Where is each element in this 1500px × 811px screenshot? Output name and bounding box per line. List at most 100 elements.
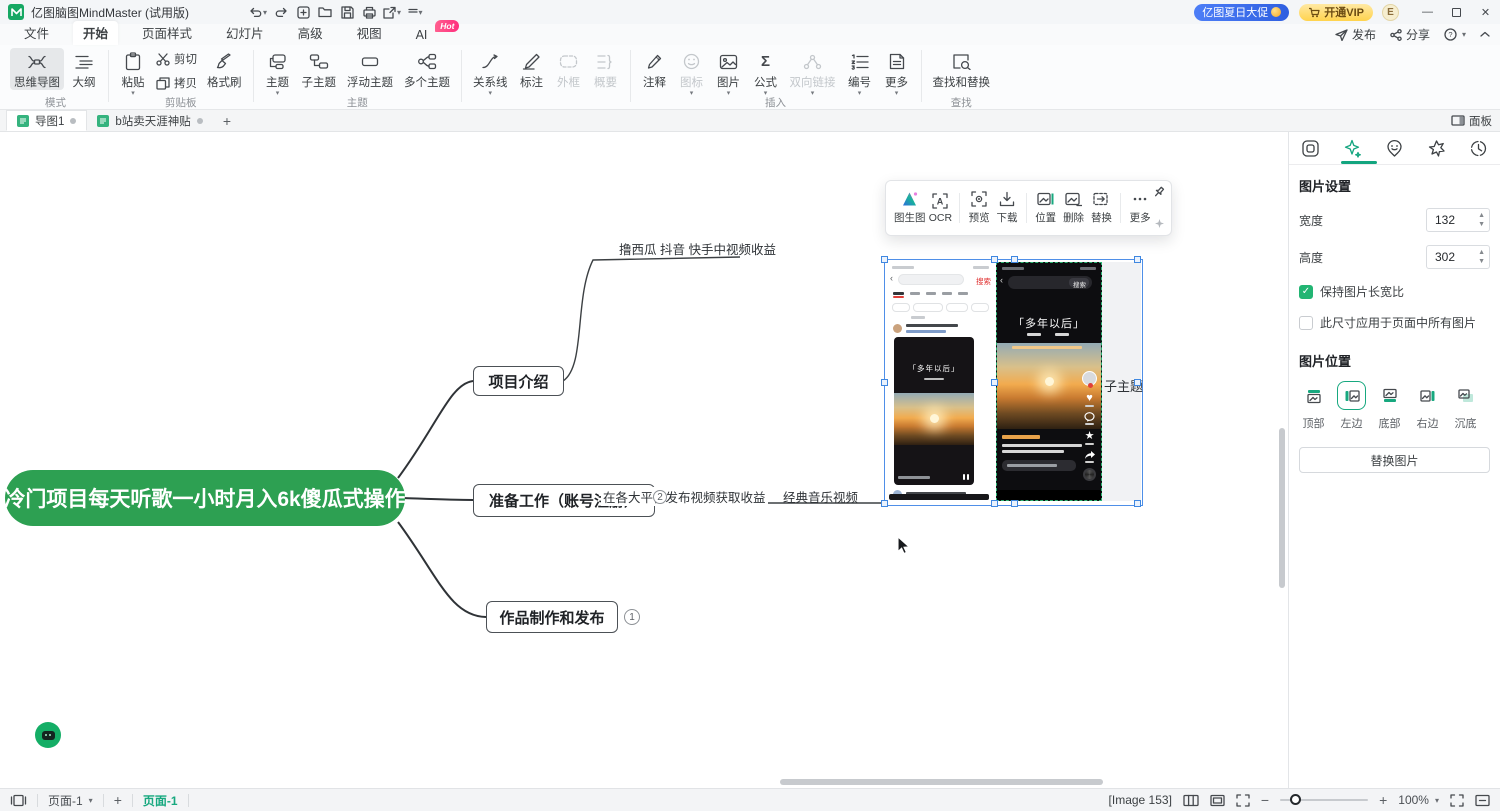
collapse-ribbon-button[interactable] (1480, 31, 1490, 38)
resize-handle[interactable] (1134, 379, 1141, 386)
collapse-panel-icon[interactable] (1475, 794, 1490, 807)
doc-tab-bilibili[interactable]: b站卖天涯神贴 (87, 110, 212, 131)
copy-button[interactable]: 拷贝 (153, 74, 200, 92)
page-overview-icon[interactable] (10, 794, 27, 807)
fullscreen-icon[interactable] (1450, 794, 1464, 807)
replace-image-button[interactable]: 替换图片 (1299, 447, 1490, 473)
branch-node-intro[interactable]: 项目介绍 (473, 366, 564, 396)
resize-handle[interactable] (991, 256, 998, 263)
undo-caret-icon[interactable]: ▾ (263, 8, 267, 17)
resize-handle[interactable] (1011, 500, 1018, 507)
subtopic-label-publish[interactable]: 在各大平台发布视频获取收益 (601, 487, 768, 506)
outline-mode-button[interactable]: 大纲 (67, 48, 101, 90)
height-stepper[interactable]: ▲▼ (1426, 245, 1490, 269)
checkbox-unchecked-icon[interactable] (1299, 316, 1313, 330)
more-insert-button[interactable]: 更多 ▾ (880, 48, 914, 96)
image-position-button[interactable]: 位置 (1033, 192, 1059, 225)
paste-button[interactable]: 粘贴 ▾ (116, 48, 150, 96)
stepper-arrows-icon[interactable]: ▲▼ (1478, 211, 1485, 229)
checkbox-checked-icon[interactable]: ✓ (1299, 285, 1313, 299)
zoom-level-dropdown[interactable]: 100% ▾ (1398, 793, 1439, 807)
multiple-topics-button[interactable]: 多个主题 (400, 48, 454, 90)
width-stepper[interactable]: ▲▼ (1426, 208, 1490, 232)
new-doc-tab-button[interactable]: + (213, 113, 241, 129)
storyboard-view-icon[interactable] (1210, 794, 1225, 807)
resize-handle[interactable] (881, 256, 888, 263)
branch-node-produce[interactable]: 作品制作和发布 (486, 601, 618, 633)
relationship-line-button[interactable]: 关系线 ▾ (469, 48, 512, 96)
formula-button[interactable]: Σ 公式 ▾ (749, 48, 783, 96)
position-sink-option[interactable]: 沉底 (1451, 381, 1480, 431)
selected-image-node[interactable]: ‹ 搜索 「多年以后」 (884, 259, 1143, 506)
zoom-slider-knob[interactable] (1290, 794, 1301, 805)
print-button[interactable] (359, 3, 379, 21)
close-button[interactable]: ✕ (1471, 0, 1500, 24)
tab-sticker-icon[interactable] (1373, 132, 1415, 164)
central-topic-node[interactable]: 冷门项目每天听歌一小时月入6k傻瓜式操作 (5, 470, 405, 526)
ai-image-button[interactable]: 图生图 (894, 191, 926, 225)
download-button[interactable]: 下载 (994, 191, 1020, 225)
pin-toolbar-button[interactable] (1153, 186, 1165, 198)
floating-topic-button[interactable]: 浮动主题 (343, 48, 397, 90)
cut-button[interactable]: 剪切 (153, 50, 200, 68)
replace-image-button[interactable]: 替换 (1089, 192, 1115, 225)
find-replace-button[interactable]: 查找和替换 (929, 48, 995, 90)
keep-ratio-option[interactable]: ✓ 保持图片长宽比 (1299, 283, 1490, 300)
ai-assistant-button[interactable] (35, 722, 61, 748)
resize-handle[interactable] (881, 379, 888, 386)
zoom-in-button[interactable]: + (1379, 792, 1387, 808)
tab-magic-effects-icon[interactable] (1331, 132, 1373, 164)
export-button[interactable]: ▾ (381, 3, 403, 21)
add-page-button[interactable]: + (114, 792, 122, 808)
customize-caret-icon[interactable]: ▾ (419, 8, 423, 17)
preview-button[interactable]: 预览 (966, 191, 992, 225)
resize-handle[interactable] (991, 379, 998, 386)
ocr-button[interactable]: A OCR (928, 193, 954, 224)
vip-button[interactable]: 开通VIP (1299, 4, 1373, 21)
tab-style-icon[interactable] (1289, 132, 1331, 164)
numbering-button[interactable]: 编号 ▾ (843, 48, 877, 96)
insert-picture-button[interactable]: 图片 ▾ (712, 48, 746, 96)
tab-theme-icon[interactable] (1416, 132, 1458, 164)
doc-tab-map1[interactable]: 导图1 (6, 110, 87, 131)
stepper-arrows-icon[interactable]: ▲▼ (1478, 248, 1485, 266)
collapsed-count-badge[interactable]: 1 (624, 609, 640, 625)
delete-image-button[interactable]: 删除 (1061, 192, 1087, 225)
collapsed-count-badge[interactable]: 2 (653, 490, 667, 504)
subtopic-button[interactable]: 子主题 (298, 48, 341, 90)
multi-page-view-icon[interactable] (1183, 794, 1199, 807)
user-avatar[interactable]: E (1382, 4, 1399, 21)
tab-home[interactable]: 开始 (73, 21, 118, 45)
export-caret-icon[interactable]: ▾ (397, 8, 401, 17)
resize-handle[interactable] (1134, 500, 1141, 507)
resize-handle[interactable] (881, 500, 888, 507)
minimize-button[interactable]: — (1413, 0, 1442, 24)
topic-button[interactable]: 主题 ▾ (261, 48, 295, 96)
zoom-out-button[interactable]: − (1261, 792, 1269, 808)
maximize-button[interactable] (1442, 0, 1471, 24)
position-top-option[interactable]: 顶部 (1299, 381, 1328, 431)
tab-ai[interactable]: AI Hot (406, 26, 438, 45)
vertical-scrollbar[interactable] (1279, 428, 1285, 588)
tab-page-style[interactable]: 页面样式 (132, 21, 202, 45)
tab-advanced[interactable]: 高级 (288, 21, 333, 45)
redo-button[interactable] (271, 3, 291, 21)
save-button[interactable] (337, 3, 357, 21)
format-painter-button[interactable]: 格式刷 (203, 48, 246, 90)
page-dropdown[interactable]: 页面-1 ▾ (48, 792, 93, 809)
position-right-option[interactable]: 右边 (1413, 381, 1442, 431)
tab-slideshow[interactable]: 幻灯片 (216, 21, 274, 45)
resize-handle[interactable] (1011, 256, 1018, 263)
promo-badge[interactable]: 亿图夏日大促 (1194, 4, 1289, 21)
apply-all-option[interactable]: 此尺寸应用于页面中所有图片 (1299, 314, 1490, 331)
position-bottom-option[interactable]: 底部 (1375, 381, 1404, 431)
fit-view-icon[interactable] (1236, 794, 1250, 807)
undo-button[interactable]: ▾ (247, 3, 269, 21)
position-left-option[interactable]: 左边 (1337, 381, 1366, 431)
tab-history-icon[interactable] (1458, 132, 1500, 164)
publish-button[interactable]: 发布 (1335, 26, 1376, 43)
horizontal-scrollbar[interactable] (780, 779, 1103, 785)
subtopic-label-classic-music[interactable]: 经典音乐视频 (783, 487, 858, 506)
open-file-button[interactable] (315, 3, 335, 21)
width-input[interactable] (1427, 213, 1469, 227)
